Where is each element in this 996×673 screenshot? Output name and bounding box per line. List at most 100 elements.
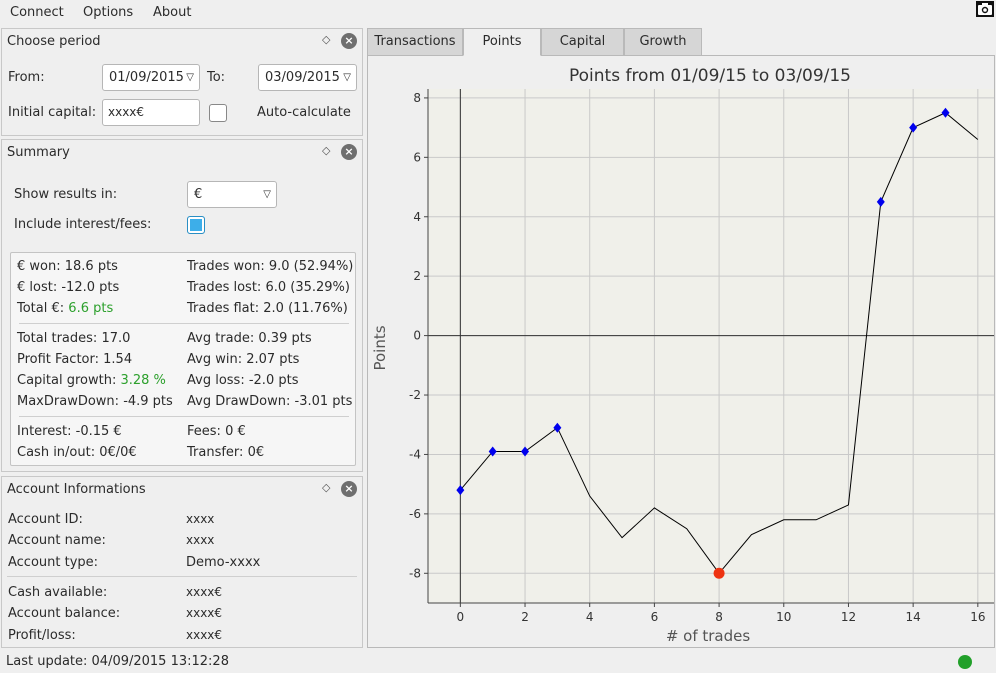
account-info-panel: Account Informations ◇ × Account ID: xxx… [1,476,363,648]
x-tick-label: 4 [586,610,594,624]
tab-capital[interactable]: Capital [541,28,624,56]
lost-stat: € lost: -12.0 pts [17,280,120,295]
currency-select[interactable]: € ▽ [187,181,277,208]
to-date-select[interactable]: 03/09/2015 ▽ [258,64,357,91]
avg-drawdown-stat: Avg DrawDown: -3.01 pts [187,394,353,409]
y-tick-label: -6 [409,507,421,521]
include-interest-checkbox[interactable] [187,216,205,234]
chevron-down-icon: ▽ [186,72,194,83]
from-date-value: 01/09/2015 [109,70,184,85]
auto-calculate-checkbox[interactable] [209,104,227,122]
y-tick-label: 4 [413,210,421,224]
y-tick-label: 8 [413,91,421,105]
trades-lost-stat: Trades lost: 6.0 (35.29%) [187,280,350,295]
account-name-value: xxxx [186,533,215,547]
won-stat: € won: 18.6 pts [17,259,118,274]
x-tick-label: 8 [715,610,723,624]
x-tick-label: 16 [970,610,985,624]
float-icon[interactable]: ◇ [322,144,330,157]
float-icon[interactable]: ◇ [322,33,330,46]
account-type-label: Account type: [8,555,99,570]
y-axis-label: Points [371,325,389,370]
from-date-select[interactable]: 01/09/2015 ▽ [102,64,200,91]
initial-capital-input[interactable]: xxxx€ [102,99,200,126]
menu-options[interactable]: Options [83,5,133,20]
chart-title: Points from 01/09/15 to 03/09/15 [569,66,851,86]
avg-win-stat: Avg win: 2.07 pts [187,352,300,367]
initial-capital-label: Initial capital: [8,105,97,120]
account-id-value: xxxx [186,512,215,526]
y-tick-label: 2 [413,269,421,283]
divider [19,416,349,417]
avg-loss-stat: Avg loss: -2.0 pts [187,373,299,388]
currency-value: € [194,187,203,202]
panel-title: Summary [7,145,70,160]
y-tick-label: -2 [409,388,421,402]
x-tick-label: 14 [906,610,921,624]
panel-title: Account Informations [7,482,146,497]
low-marker [713,567,725,579]
y-tick-label: 0 [413,329,421,343]
points-chart-panel: 0 2 4 6 8 10 12 14 16 8 6 4 2 0 -2 -4 -6 -8 Points from 01… [367,55,995,648]
transfer-stat: Transfer: 0€ [187,445,265,460]
summary-panel: Summary ◇ × Show results in: € ▽ Include… [1,139,363,472]
account-id-label: Account ID: [8,512,83,527]
menu-connect[interactable]: Connect [10,5,64,20]
y-tick-label: -4 [409,447,421,461]
close-icon[interactable]: × [341,144,357,160]
to-label: To: [207,70,226,85]
trades-flat-stat: Trades flat: 2.0 (11.76%) [187,301,348,316]
total-stat: Total €: 6.6 pts [17,301,114,316]
plot-background [428,89,994,603]
x-tick-label: 6 [651,610,659,624]
tab-growth[interactable]: Growth [624,28,702,56]
include-interest-label: Include interest/fees: [14,217,152,232]
trades-won-stat: Trades won: 9.0 (52.94%) [187,259,354,274]
points-chart: 0 2 4 6 8 10 12 14 16 8 6 4 2 0 -2 -4 -6 -8 Points from 01… [371,66,994,645]
show-results-label: Show results in: [14,187,118,202]
x-tick-label: 10 [776,610,791,624]
choose-period-panel: Choose period ◇ × From: 01/09/2015 ▽ To:… [1,28,363,136]
float-icon[interactable]: ◇ [322,481,330,494]
profit-loss-value: xxxx€ [186,628,223,642]
menu-about[interactable]: About [153,5,191,20]
account-balance-value: xxxx€ [186,606,223,620]
cash-available-value: xxxx€ [186,585,223,599]
max-drawdown-stat: MaxDrawDown: -4.9 pts [17,394,173,409]
panel-title: Choose period [7,34,101,49]
profit-loss-label: Profit/loss: [8,628,76,643]
account-name-label: Account name: [8,533,106,548]
tab-transactions[interactable]: Transactions [367,28,463,56]
profit-factor-stat: Profit Factor: 1.54 [17,352,133,367]
interest-stat: Interest: -0.15 € [17,424,122,439]
auto-calculate-label: Auto-calculate [257,105,351,120]
close-icon[interactable]: × [341,481,357,497]
divider [7,576,357,577]
chevron-down-icon: ▽ [343,72,351,83]
cash-in-out-stat: Cash in/out: 0€/0€ [17,445,137,460]
account-balance-label: Account balance: [8,606,121,621]
x-tick-label: 2 [521,610,529,624]
camera-icon[interactable] [976,1,994,17]
connection-status-indicator [958,655,972,669]
avg-trade-stat: Avg trade: 0.39 pts [187,331,312,346]
last-update-text: Last update: 04/09/2015 13:12:28 [6,654,229,669]
fees-stat: Fees: 0 € [187,424,246,439]
status-bar: Last update: 04/09/2015 13:12:28 [0,650,996,673]
x-axis-label: # of trades [666,627,751,645]
capital-growth-stat: Capital growth: 3.28 % [17,373,166,388]
x-tick-label: 0 [457,610,465,624]
to-date-value: 03/09/2015 [265,70,340,85]
chevron-down-icon: ▽ [263,189,271,200]
close-icon[interactable]: × [341,33,357,49]
y-tick-label: 6 [413,150,421,164]
divider [19,323,349,324]
summary-stats-box: € won: 18.6 pts € lost: -12.0 pts Total … [10,252,356,466]
menu-bar: Connect Options About [0,0,996,27]
y-tick-label: -8 [409,566,421,580]
account-type-value: Demo-xxxx [186,555,261,570]
from-label: From: [8,70,45,85]
tab-points[interactable]: Points [463,28,541,56]
x-tick-label: 12 [841,610,856,624]
cash-available-label: Cash available: [8,585,108,600]
